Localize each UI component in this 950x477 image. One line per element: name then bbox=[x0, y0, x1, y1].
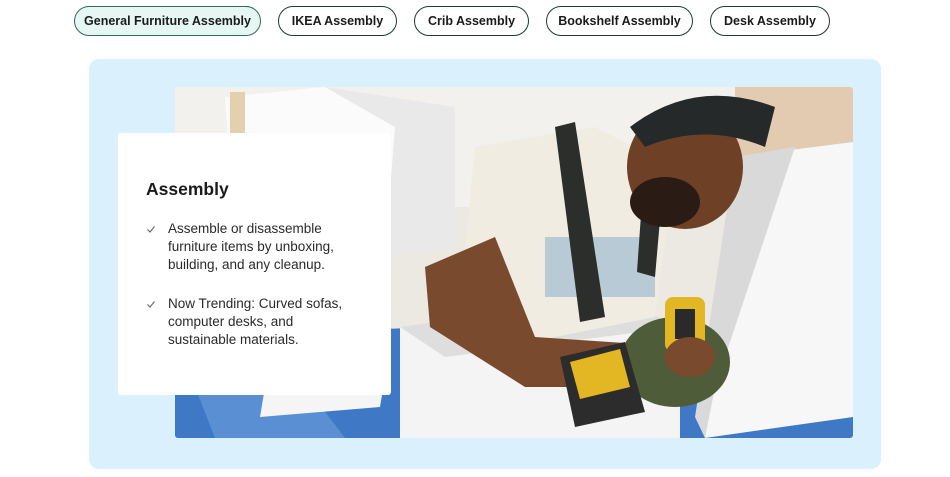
tab-bookshelf-assembly[interactable]: Bookshelf Assembly bbox=[546, 6, 693, 36]
check-icon bbox=[147, 226, 155, 233]
bullet-list: Assemble or disassemble furniture items … bbox=[146, 220, 363, 349]
list-item: Now Trending: Curved sofas, computer des… bbox=[146, 295, 363, 349]
assembly-card: Assembly Assemble or disassemble furnitu… bbox=[118, 133, 391, 395]
check-icon bbox=[147, 301, 155, 308]
tab-general-furniture-assembly[interactable]: General Furniture Assembly bbox=[74, 6, 261, 36]
card-title: Assembly bbox=[146, 179, 229, 199]
bullet-text: Now Trending: Curved sofas, computer des… bbox=[168, 296, 343, 347]
list-item: Assemble or disassemble furniture items … bbox=[146, 220, 363, 274]
tab-crib-assembly[interactable]: Crib Assembly bbox=[414, 6, 529, 36]
tab-desk-assembly[interactable]: Desk Assembly bbox=[710, 6, 830, 36]
tab-ikea-assembly[interactable]: IKEA Assembly bbox=[278, 6, 397, 36]
bullet-text: Assemble or disassemble furniture items … bbox=[168, 221, 334, 272]
